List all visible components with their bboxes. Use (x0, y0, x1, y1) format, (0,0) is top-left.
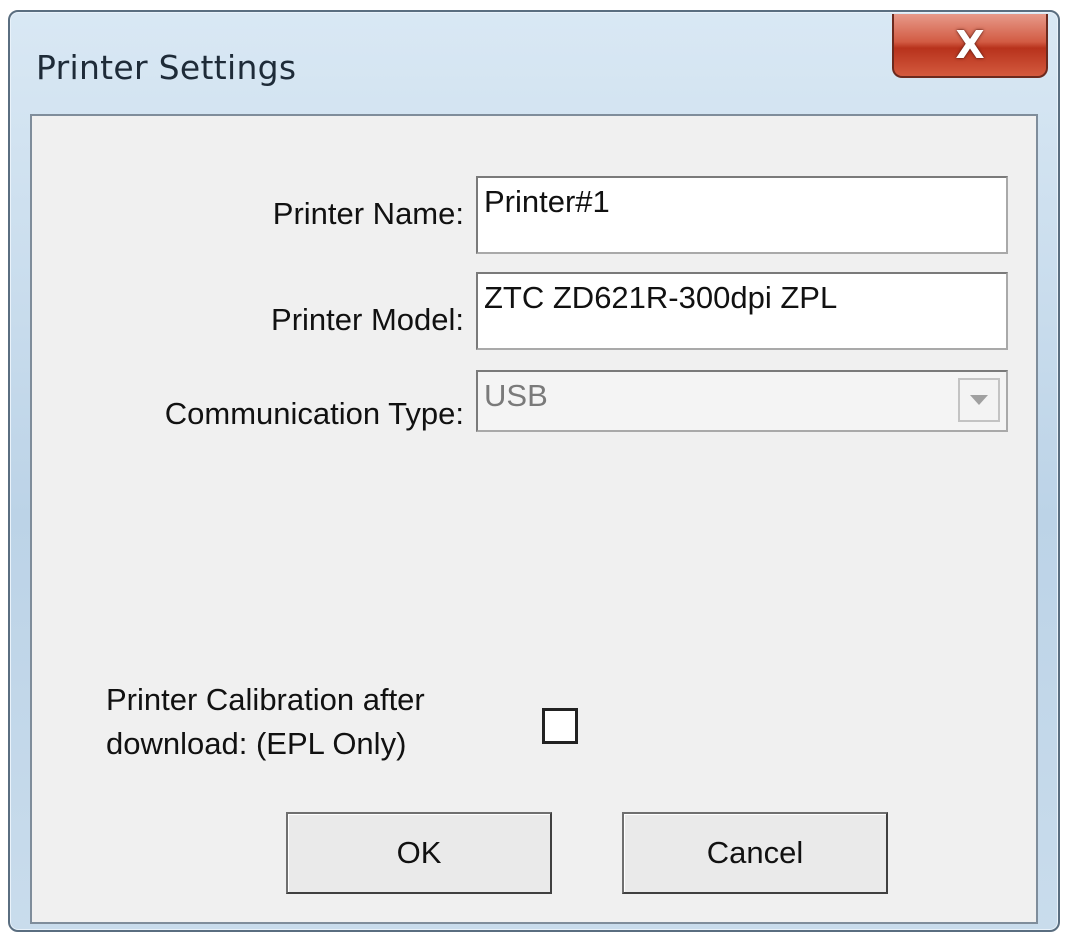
window-title: Printer Settings (36, 48, 297, 87)
calibration-label-line2: download: (EPL Only) (106, 726, 407, 761)
communication-type-value: USB (484, 378, 548, 413)
printer-model-field[interactable]: ZTC ZD621R-300dpi ZPL (476, 272, 1008, 350)
calibration-checkbox[interactable] (542, 708, 578, 744)
chevron-down-icon (970, 395, 988, 405)
printer-settings-dialog: Printer Settings X Printer Name: Printer… (8, 10, 1060, 932)
cancel-button[interactable]: Cancel (622, 812, 888, 894)
printer-name-label: Printer Name: (272, 196, 464, 231)
ok-button[interactable]: OK (286, 812, 552, 894)
printer-name-field[interactable]: Printer#1 (476, 176, 1008, 254)
close-button[interactable]: X (892, 14, 1048, 78)
close-icon: X (955, 23, 985, 67)
calibration-label: Printer Calibration after download: (EPL… (106, 678, 425, 766)
dropdown-arrow-button[interactable] (958, 378, 1000, 422)
dialog-client-area: Printer Name: Printer#1 Printer Model: Z… (30, 114, 1038, 924)
communication-type-select[interactable]: USB (476, 370, 1008, 432)
printer-model-label: Printer Model: (271, 302, 464, 337)
calibration-label-line1: Printer Calibration after (106, 682, 425, 717)
communication-type-label: Communication Type: (164, 396, 464, 431)
